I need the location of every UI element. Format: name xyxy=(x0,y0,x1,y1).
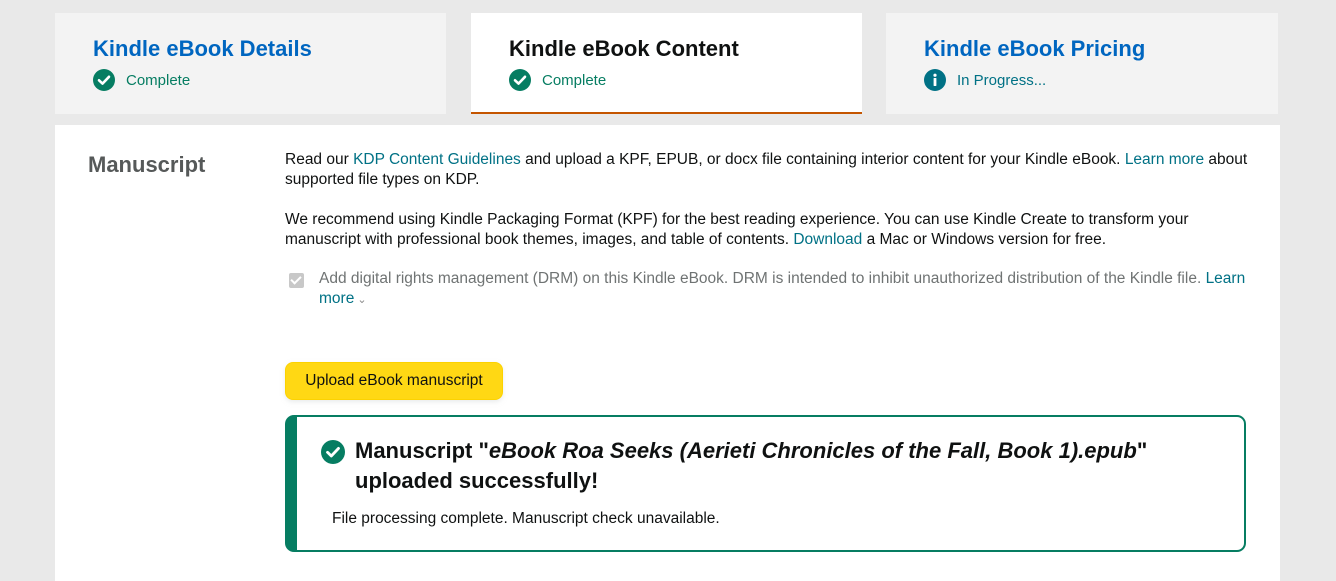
kdp-content-guidelines-link[interactable]: KDP Content Guidelines xyxy=(353,151,521,168)
alert-header: Manuscript "eBook Roa Seeks (Aerieti Chr… xyxy=(321,436,1244,496)
manuscript-content: Read our KDP Content Guidelines and uplo… xyxy=(285,150,1250,552)
drm-checkbox[interactable] xyxy=(289,273,304,288)
text: Add digital rights management (DRM) on t… xyxy=(319,270,1206,287)
tab-status: Complete xyxy=(93,69,446,91)
upload-success-alert: Manuscript "eBook Roa Seeks (Aerieti Chr… xyxy=(285,415,1246,552)
tab-title: Kindle eBook Content xyxy=(509,36,739,61)
tab-ebook-details[interactable]: Kindle eBook Details Complete xyxy=(55,13,446,114)
guidelines-paragraph: Read our KDP Content Guidelines and uplo… xyxy=(285,150,1250,190)
status-label: In Progress... xyxy=(957,71,1047,89)
drm-option: Add digital rights management (DRM) on t… xyxy=(285,269,1250,310)
alert-body: File processing complete. Manuscript che… xyxy=(332,510,720,527)
chevron-down-icon: ⌄ xyxy=(357,294,367,306)
tab-ebook-content[interactable]: Kindle eBook Content Complete xyxy=(471,13,862,114)
download-kindle-create-link[interactable]: Download xyxy=(793,231,862,248)
status-label: Complete xyxy=(126,71,191,89)
tab-ebook-pricing[interactable]: Kindle eBook Pricing In Progress... xyxy=(886,13,1278,114)
text: and upload a KPF, EPUB, or docx file con… xyxy=(520,151,1125,168)
section-title: Manuscript xyxy=(88,152,206,177)
info-icon xyxy=(924,69,946,91)
manuscript-panel: Manuscript Read our KDP Content Guidelin… xyxy=(55,125,1280,581)
status-label: Complete xyxy=(542,71,607,89)
check-circle-icon xyxy=(93,69,115,91)
manuscript-filename: eBook Roa Seeks (Aerieti Chronicles of t… xyxy=(488,438,1137,463)
check-circle-icon xyxy=(321,440,345,464)
text: Read our xyxy=(285,151,354,168)
tab-title: Kindle eBook Details xyxy=(93,36,312,61)
text: a Mac or Windows version for free. xyxy=(862,231,1107,248)
tab-title: Kindle eBook Pricing xyxy=(924,36,1146,61)
tab-status: Complete xyxy=(509,69,862,91)
kpf-paragraph: We recommend using Kindle Packaging Form… xyxy=(285,210,1250,250)
text: Manuscript " xyxy=(355,438,489,463)
alert-title: Manuscript "eBook Roa Seeks (Aerieti Chr… xyxy=(355,436,1195,496)
drm-label: Add digital rights management (DRM) on t… xyxy=(319,269,1250,310)
tab-status: In Progress... xyxy=(924,69,1278,91)
check-circle-icon xyxy=(509,69,531,91)
learn-more-file-types-link[interactable]: Learn more xyxy=(1125,151,1204,168)
upload-manuscript-button[interactable]: Upload eBook manuscript xyxy=(285,362,503,400)
